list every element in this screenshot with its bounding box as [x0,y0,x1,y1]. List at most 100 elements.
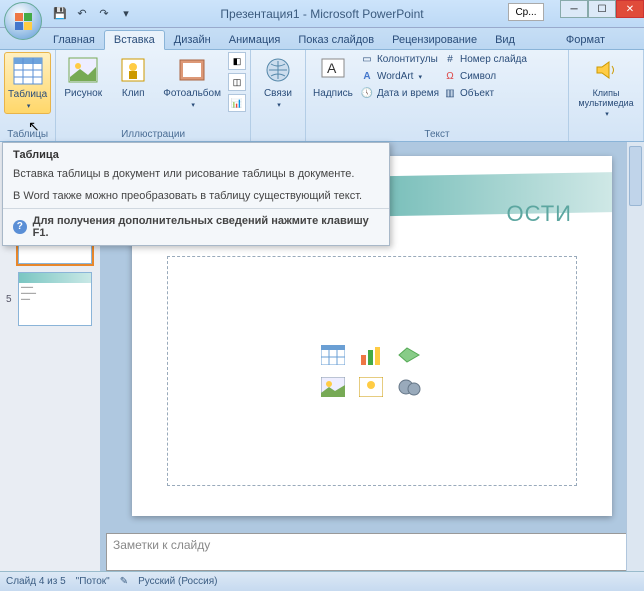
undo-icon[interactable]: ↶ [72,4,92,24]
object-icon: ▥ [443,86,457,100]
table-icon [12,55,44,87]
tab-slideshow[interactable]: Показ слайдов [289,31,383,49]
textbox-button[interactable]: A Надпись [310,52,356,101]
clip-label: Клип [122,88,145,99]
picture-label: Рисунок [64,88,102,99]
group-links-label [255,128,301,141]
table-button-label: Таблица [8,89,47,100]
tab-home[interactable]: Главная [44,31,104,49]
compatibility-button[interactable]: Ср... [508,3,544,21]
links-label: Связи [264,88,292,99]
clip-button[interactable]: Клип [110,52,156,101]
ph-clipart-icon[interactable] [357,375,385,399]
qat-more-icon[interactable]: ▾ [116,4,136,24]
headerfooter-button[interactable]: ▭Колонтитулы [360,52,439,66]
slidenumber-button[interactable]: #Номер слайда [443,52,527,66]
save-icon[interactable]: 💾 [50,4,70,24]
tooltip-footer: ? Для получения дополнительных сведений … [3,208,389,245]
thumb-num: 5 [6,294,14,305]
group-illustrations-label: Иллюстрации [60,128,246,141]
office-logo-icon [15,13,32,30]
spellcheck-icon[interactable]: ✎ [120,576,128,587]
ph-chart-icon[interactable] [357,343,385,367]
table-button[interactable]: Таблица [4,52,51,114]
smartart-icon[interactable]: ◫ [228,73,246,91]
office-button[interactable] [4,2,42,40]
group-illustrations: Рисунок Клип Фотоальбом ◧ ◫ 📊 Иллюстраци… [56,50,251,141]
content-placeholder[interactable] [167,256,577,486]
datetime-button[interactable]: 🕔Дата и время [360,86,439,100]
group-text: A Надпись ▭Колонтитулы AWordArt 🕔Дата и … [306,50,569,141]
notes-pane[interactable]: Заметки к слайду [106,533,638,571]
scrollbar-thumb[interactable] [629,146,642,206]
svg-text:A: A [327,60,337,76]
symbol-button[interactable]: ΩСимвол [443,69,527,83]
status-bar: Слайд 4 из 5 "Поток" ✎ Русский (Россия) [0,571,644,591]
vertical-scrollbar[interactable] [626,142,644,571]
symbol-icon: Ω [443,69,457,83]
datetime-label: Дата и время [377,88,439,99]
title-bar: 💾 ↶ ↷ ▾ Презентация1 - Microsoft PowerPo… [0,0,644,28]
illustration-minis: ◧ ◫ 📊 [228,52,246,112]
photoalbum-button[interactable]: Фотоальбом [160,52,224,112]
tab-review[interactable]: Рецензирование [383,31,486,49]
textbox-label: Надпись [313,88,353,99]
group-links: Связи [251,50,306,141]
datetime-icon: 🕔 [360,86,374,100]
redo-icon[interactable]: ↷ [94,4,114,24]
ribbon-tabs: Главная Вставка Дизайн Анимация Показ сл… [0,28,644,50]
window-title: Презентация1 - Microsoft PowerPoint [220,7,423,21]
tooltip-footer-text: Для получения дополнительных сведений на… [33,215,379,239]
content-placeholder-icons [319,343,425,399]
symbol-label: Символ [460,71,496,82]
wordart-button[interactable]: AWordArt [360,69,439,83]
tooltip-title: Таблица [3,143,389,163]
tooltip-table: Таблица Вставка таблицы в документ или р… [2,142,390,246]
tab-design[interactable]: Дизайн [165,31,220,49]
slide-title-text: ОСТИ [506,201,572,227]
tooltip-line1: Вставка таблицы в документ или рисование… [3,163,389,185]
wordart-icon: A [360,69,374,83]
chevron-down-icon [275,99,281,110]
ph-picture-icon[interactable] [319,375,347,399]
chevron-down-icon [189,99,195,110]
chevron-down-icon [603,108,609,119]
ph-smartart-icon[interactable] [395,343,423,367]
clip-icon [117,54,149,86]
tab-format[interactable]: Формат [557,31,614,49]
slidenumber-label: Номер слайда [460,54,527,65]
media-button[interactable]: Клипы мультимедиа [573,52,639,121]
shapes-icon[interactable]: ◧ [228,52,246,70]
chevron-down-icon [416,71,422,82]
media-label: Клипы мультимедиа [576,88,636,108]
link-icon [262,54,294,86]
tab-insert[interactable]: Вставка [104,30,165,50]
object-button[interactable]: ▥Объект [443,86,527,100]
group-tables: Таблица Таблицы [0,50,56,141]
speaker-icon [590,54,622,86]
help-icon: ? [13,220,27,234]
chart-icon[interactable]: 📊 [228,94,246,112]
close-button[interactable]: ✕ [616,0,644,18]
ribbon: Таблица Таблицы Рисунок Клип Фотоальбом … [0,50,644,142]
group-tables-label: Таблицы [4,128,51,141]
ph-media-icon[interactable] [395,375,423,399]
links-button[interactable]: Связи [255,52,301,112]
textbox-icon: A [317,54,349,86]
headerfooter-label: Колонтитулы [377,54,438,65]
status-language[interactable]: Русский (Россия) [138,576,217,587]
maximize-button[interactable]: ☐ [588,0,616,18]
slidenumber-icon: # [443,52,457,66]
picture-button[interactable]: Рисунок [60,52,106,101]
quick-access-toolbar: 💾 ↶ ↷ ▾ [50,4,136,24]
headerfooter-icon: ▭ [360,52,374,66]
thumb-row-5[interactable]: 5 ━━━━━━━━━━━━ [6,272,94,326]
slide-thumb[interactable]: ━━━━━━━━━━━━ [18,272,92,326]
window-controls: ─ ☐ ✕ [560,0,644,18]
minimize-button[interactable]: ─ [560,0,588,18]
group-media: Клипы мультимедиа [569,50,644,141]
group-media-label [573,128,639,141]
tab-animation[interactable]: Анимация [220,31,290,49]
ph-table-icon[interactable] [319,343,347,367]
tab-view[interactable]: Вид [486,31,524,49]
